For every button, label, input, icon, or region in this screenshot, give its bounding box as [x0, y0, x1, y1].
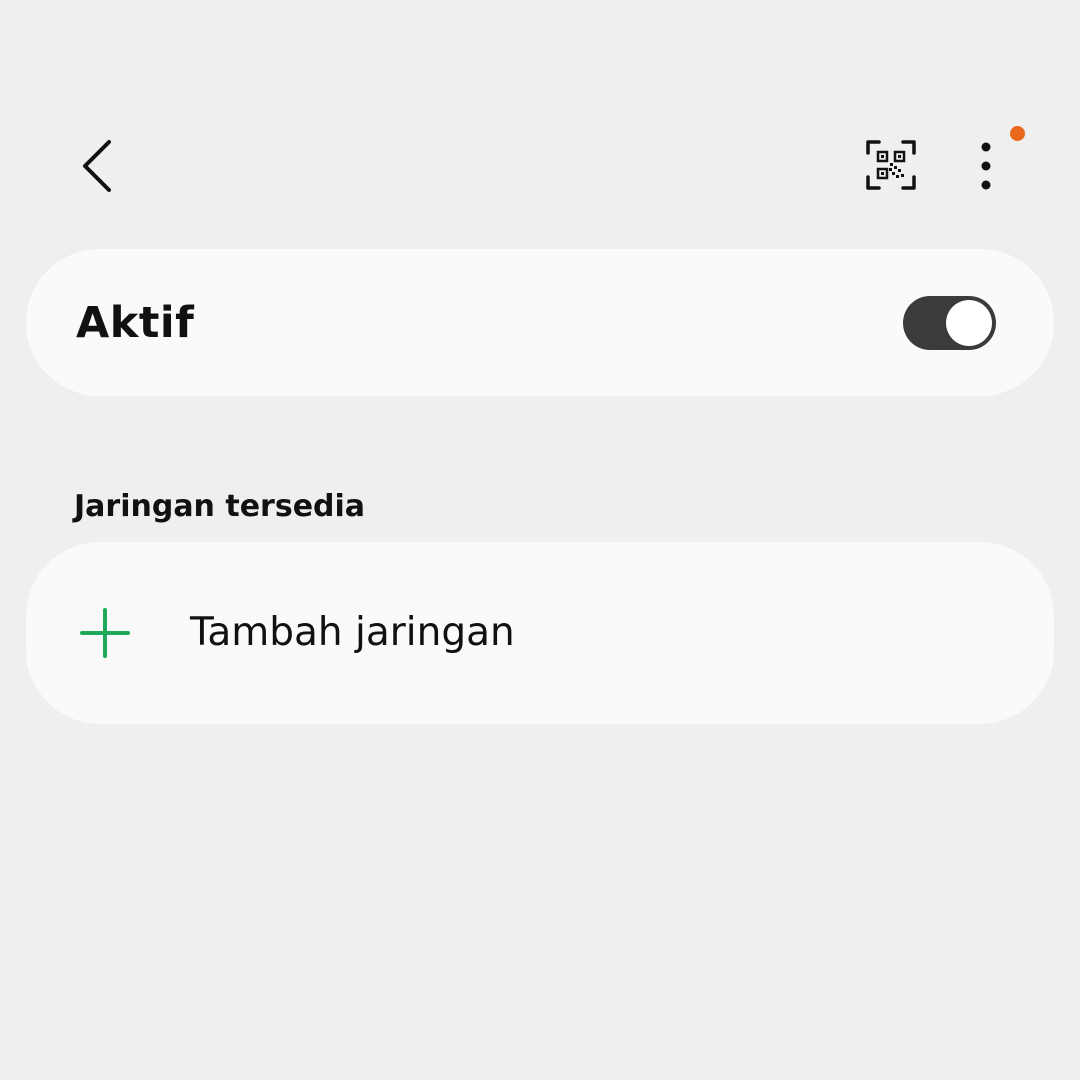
- add-network-row[interactable]: Tambah jaringan: [26, 542, 1054, 724]
- qr-scan-icon: [866, 140, 916, 190]
- more-vertical-icon: [981, 142, 991, 190]
- back-button[interactable]: [62, 128, 132, 204]
- available-networks-heading: Jaringan tersedia: [74, 489, 366, 524]
- more-options-button[interactable]: [954, 126, 1018, 206]
- plus-icon: [80, 608, 130, 658]
- add-network-label: Tambah jaringan: [190, 610, 515, 655]
- top-app-bar: [0, 0, 1080, 230]
- qr-scan-button[interactable]: [856, 130, 926, 200]
- switch-knob: [946, 300, 992, 346]
- active-switch[interactable]: [903, 296, 996, 350]
- active-toggle-label: Aktif: [76, 297, 195, 348]
- notification-dot: [1010, 126, 1025, 141]
- chevron-left-icon: [83, 140, 111, 192]
- active-toggle-row[interactable]: Aktif: [26, 249, 1054, 396]
